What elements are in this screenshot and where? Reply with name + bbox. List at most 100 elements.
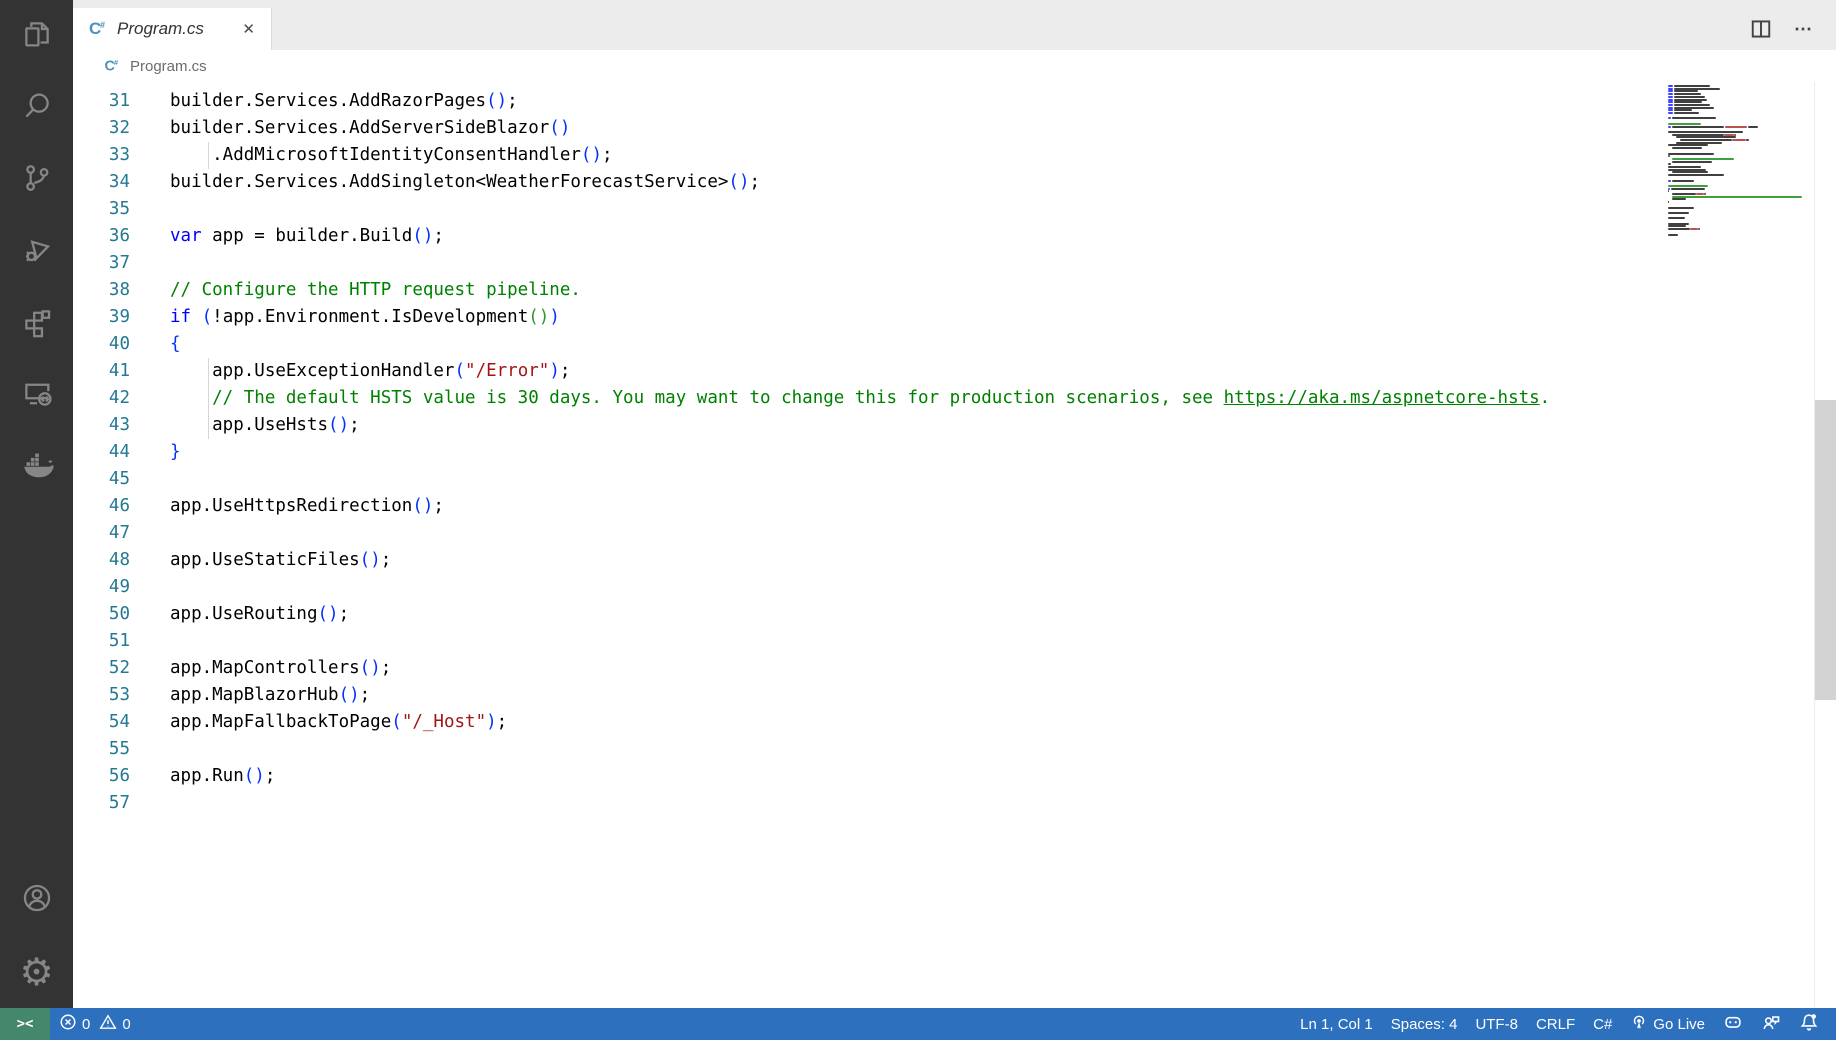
indentation-indicator[interactable]: Spaces: 4 <box>1382 1008 1467 1040</box>
breadcrumb-item[interactable]: Program.cs <box>130 58 207 75</box>
line-number: 31 <box>73 88 130 115</box>
minimap[interactable] <box>1668 85 1812 255</box>
code-text: app.UseHttpsRedirection(); <box>170 493 444 520</box>
code-line[interactable]: 39if (!app.Environment.IsDevelopment()) <box>73 304 1836 331</box>
code-text: builder.Services.AddSingleton<WeatherFor… <box>170 169 760 196</box>
copilot-status[interactable] <box>1714 1008 1752 1040</box>
sidebar-item-source-control[interactable] <box>0 144 73 216</box>
code-line[interactable]: 50app.UseRouting(); <box>73 601 1836 628</box>
code-line[interactable]: 47 <box>73 520 1836 547</box>
code-line[interactable]: 34builder.Services.AddSingleton<WeatherF… <box>73 169 1836 196</box>
csharp-file-icon: C# <box>89 19 109 39</box>
line-number: 56 <box>73 763 130 790</box>
more-actions-icon[interactable]: ⋯ <box>1794 19 1814 40</box>
code-text: { <box>170 331 181 358</box>
code-line[interactable]: 52app.MapControllers(); <box>73 655 1836 682</box>
sidebar-item-docker[interactable] <box>0 432 73 504</box>
eol-indicator[interactable]: CRLF <box>1527 1008 1584 1040</box>
breadcrumb: C# Program.cs <box>73 50 1836 82</box>
line-number: 43 <box>73 412 130 439</box>
settings-button[interactable]: ⚙ <box>0 936 73 1008</box>
files-icon <box>20 17 54 56</box>
error-icon <box>59 1013 77 1035</box>
notifications-bell[interactable] <box>1790 1008 1828 1040</box>
line-number: 41 <box>73 358 130 385</box>
code-line[interactable]: 33 .AddMicrosoftIdentityConsentHandler()… <box>73 142 1836 169</box>
line-number: 51 <box>73 628 130 655</box>
code-line[interactable]: 35 <box>73 196 1836 223</box>
tab-close-icon[interactable]: ✕ <box>238 18 259 40</box>
code-line[interactable]: 55 <box>73 736 1836 763</box>
code-line[interactable]: 40 { <box>73 331 1836 358</box>
line-number: 40 <box>73 331 130 358</box>
code-line[interactable]: 49 <box>73 574 1836 601</box>
split-editor-icon[interactable] <box>1750 18 1772 40</box>
code-line[interactable]: 32 builder.Services.AddServerSideBlazor() <box>73 115 1836 142</box>
encoding-indicator[interactable]: UTF-8 <box>1466 1008 1527 1040</box>
code-line[interactable]: 31builder.Services.AddRazorPages(); <box>73 88 1836 115</box>
code-text: app.UseHsts(); <box>170 412 360 439</box>
code-line[interactable]: 53app.MapBlazorHub(); <box>73 682 1836 709</box>
code-text: app.UseStaticFiles(); <box>170 547 391 574</box>
problems-indicator[interactable]: 0 0 <box>50 1008 140 1040</box>
code-text: } <box>170 439 181 466</box>
line-number: 55 <box>73 736 130 763</box>
vscode-window: ⚙ C# Program.cs ✕ ⋯ C# Program.cs 31buil… <box>0 0 1836 1040</box>
account-icon <box>20 881 54 920</box>
code-line[interactable]: 42 // The default HSTS value is 30 days.… <box>73 385 1836 412</box>
code-line[interactable]: 43 app.UseHsts(); <box>73 412 1836 439</box>
code-text: builder.Services.AddServerSideBlazor() <box>170 115 570 142</box>
error-count: 0 <box>82 1016 90 1033</box>
code-line[interactable]: 36var app = builder.Build(); <box>73 223 1836 250</box>
code-text: app.UseExceptionHandler("/Error"); <box>170 358 570 385</box>
code-text: if (!app.Environment.IsDevelopment()) <box>170 304 560 331</box>
code-text: app.MapControllers(); <box>170 655 391 682</box>
sidebar-item-extensions[interactable] <box>0 288 73 360</box>
sidebar-item-run-debug[interactable] <box>0 216 73 288</box>
tab-title: Program.cs <box>117 19 204 39</box>
tab-program-cs[interactable]: C# Program.cs ✕ <box>73 8 272 50</box>
code-text: app.MapFallbackToPage("/_Host"); <box>170 709 507 736</box>
line-number: 35 <box>73 196 130 223</box>
code-line[interactable]: 56app.Run(); <box>73 763 1836 790</box>
language-mode[interactable]: C# <box>1584 1008 1621 1040</box>
line-number: 37 <box>73 250 130 277</box>
code-line[interactable]: 45 <box>73 466 1836 493</box>
code-text: var app = builder.Build(); <box>170 223 444 250</box>
cursor-position[interactable]: Ln 1, Col 1 <box>1291 1008 1382 1040</box>
sidebar-item-remote-explorer[interactable] <box>0 360 73 432</box>
code-line[interactable]: 44} <box>73 439 1836 466</box>
line-number: 32 <box>73 115 130 142</box>
remote-indicator[interactable]: >< <box>0 1008 50 1040</box>
code-text: .AddMicrosoftIdentityConsentHandler(); <box>170 142 613 169</box>
vertical-scrollbar-thumb[interactable] <box>1815 400 1836 700</box>
code-line[interactable]: 48app.UseStaticFiles(); <box>73 547 1836 574</box>
code-text: // Configure the HTTP request pipeline. <box>170 277 581 304</box>
ln-col-label: Ln 1, Col 1 <box>1300 1016 1373 1033</box>
comment-link[interactable]: https://aka.ms/aspnetcore-hsts <box>1224 388 1540 408</box>
code-line[interactable]: 46app.UseHttpsRedirection(); <box>73 493 1836 520</box>
csharp-file-icon: C# <box>105 58 122 75</box>
sidebar-item-search[interactable] <box>0 72 73 144</box>
code-line[interactable]: 51 <box>73 628 1836 655</box>
line-number: 53 <box>73 682 130 709</box>
code-line[interactable]: 54 app.MapFallbackToPage("/_Host"); <box>73 709 1836 736</box>
line-number: 54 <box>73 709 130 736</box>
code-line[interactable]: 57 <box>73 790 1836 817</box>
warning-count: 0 <box>122 1016 130 1033</box>
sidebar-item-explorer[interactable] <box>0 0 73 72</box>
line-number: 44 <box>73 439 130 466</box>
editor-actions: ⋯ <box>1750 8 1836 50</box>
code-line[interactable]: 38// Configure the HTTP request pipeline… <box>73 277 1836 304</box>
docker-icon <box>19 448 55 489</box>
accounts-button[interactable] <box>0 864 73 936</box>
code-line[interactable]: 37 <box>73 250 1836 277</box>
activity-bar: ⚙ <box>0 0 73 1008</box>
feedback-button[interactable] <box>1752 1008 1790 1040</box>
code-editor[interactable]: 31builder.Services.AddRazorPages();32 bui… <box>73 82 1836 1008</box>
code-lines: 31builder.Services.AddRazorPages();32 bui… <box>73 88 1836 817</box>
go-live-button[interactable]: Go Live <box>1621 1008 1714 1040</box>
line-number: 49 <box>73 574 130 601</box>
code-line[interactable]: 41 app.UseExceptionHandler("/Error"); <box>73 358 1836 385</box>
status-bar: >< 0 0 <box>0 1008 1836 1040</box>
